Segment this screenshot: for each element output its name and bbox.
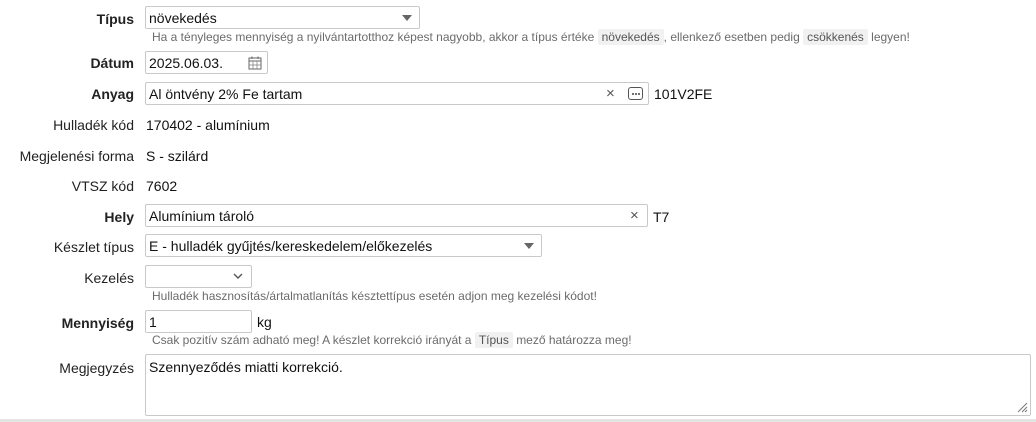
kezeles-help: Hulladék hasznosítás/ártalmatlanítás kés… xyxy=(152,289,597,303)
keszlet-tipus-label: Készlet típus xyxy=(53,239,134,255)
hely-label: Hely xyxy=(104,209,134,225)
close-icon[interactable]: × xyxy=(630,208,639,223)
tipus-help-middle: , ellenkező esetben pedig xyxy=(663,30,800,44)
tipus-select[interactable]: növekedés xyxy=(145,6,420,29)
tipus-help-suffix: legyen! xyxy=(871,30,910,44)
vtsz-kod-value: 7602 xyxy=(146,178,178,194)
tipus-help: Ha a tényleges mennyiség a nyilvántartot… xyxy=(152,29,910,45)
resize-handle-icon[interactable] xyxy=(1016,401,1028,413)
hulladek-kod-label: Hulladék kód xyxy=(53,117,134,133)
mennyiseg-help: Csak pozitív szám adható meg! A készlet … xyxy=(152,332,632,348)
megjegyzes-value: Szennyeződés miatti korrekció. xyxy=(149,359,343,375)
tipus-value: növekedés xyxy=(149,10,217,26)
megjelenesi-forma-value: S - szilárd xyxy=(146,148,209,164)
megjelenesi-forma-label: Megjelenési forma xyxy=(19,148,134,164)
ellipsis-icon[interactable] xyxy=(628,87,643,100)
megjegyzes-label: Megjegyzés xyxy=(59,360,134,376)
mennyiseg-value: 1 xyxy=(149,314,157,330)
vtsz-kod-label: VTSZ kód xyxy=(71,178,134,194)
keszlet-tipus-value: E - hulladék gyűjtés/kereskedelem/előkez… xyxy=(149,238,433,254)
anyag-value: Al öntvény 2% Fe tartam xyxy=(149,86,303,102)
tipus-help-chip-novekedes: növekedés xyxy=(597,29,664,45)
datum-label: Dátum xyxy=(90,55,134,71)
chevron-down-icon xyxy=(233,273,243,279)
keszlet-tipus-select[interactable]: E - hulladék gyűjtés/kereskedelem/előkez… xyxy=(145,234,542,257)
hely-input[interactable]: Alumínium tároló × xyxy=(145,204,648,227)
mennyiseg-help-text: Csak pozitív szám adható meg! A készlet … xyxy=(152,333,472,347)
megjegyzes-textarea[interactable]: Szennyeződés miatti korrekció. xyxy=(145,354,1031,416)
chevron-down-icon xyxy=(524,243,534,249)
datum-value: 2025.06.03. xyxy=(149,55,223,71)
mennyiseg-label: Mennyiség xyxy=(61,315,134,331)
hely-code: T7 xyxy=(653,209,670,225)
kezeles-select[interactable] xyxy=(145,265,252,288)
calendar-icon[interactable] xyxy=(248,56,262,70)
hulladek-kod-value: 170402 - alumínium xyxy=(146,117,270,133)
tipus-help-chip-csokkenes: csökkenés xyxy=(803,29,868,45)
hely-value: Alumínium tároló xyxy=(149,208,255,224)
close-icon[interactable]: × xyxy=(606,86,615,101)
kezeles-label: Kezelés xyxy=(84,270,134,286)
datum-input[interactable]: 2025.06.03. xyxy=(145,51,268,74)
mennyiseg-help-chip-tipus: Típus xyxy=(474,332,513,348)
anyag-input[interactable]: Al öntvény 2% Fe tartam × xyxy=(145,82,649,105)
anyag-code: 101V2FE xyxy=(654,86,713,102)
mennyiseg-help-suffix: mező határozza meg! xyxy=(516,333,632,347)
chevron-down-icon xyxy=(402,15,412,21)
mennyiseg-input[interactable]: 1 xyxy=(145,310,252,333)
anyag-label: Anyag xyxy=(91,86,134,102)
tipus-label: Típus xyxy=(96,11,134,27)
mennyiseg-unit: kg xyxy=(257,314,272,330)
tipus-help-text: Ha a tényleges mennyiség a nyilvántartot… xyxy=(152,30,595,44)
